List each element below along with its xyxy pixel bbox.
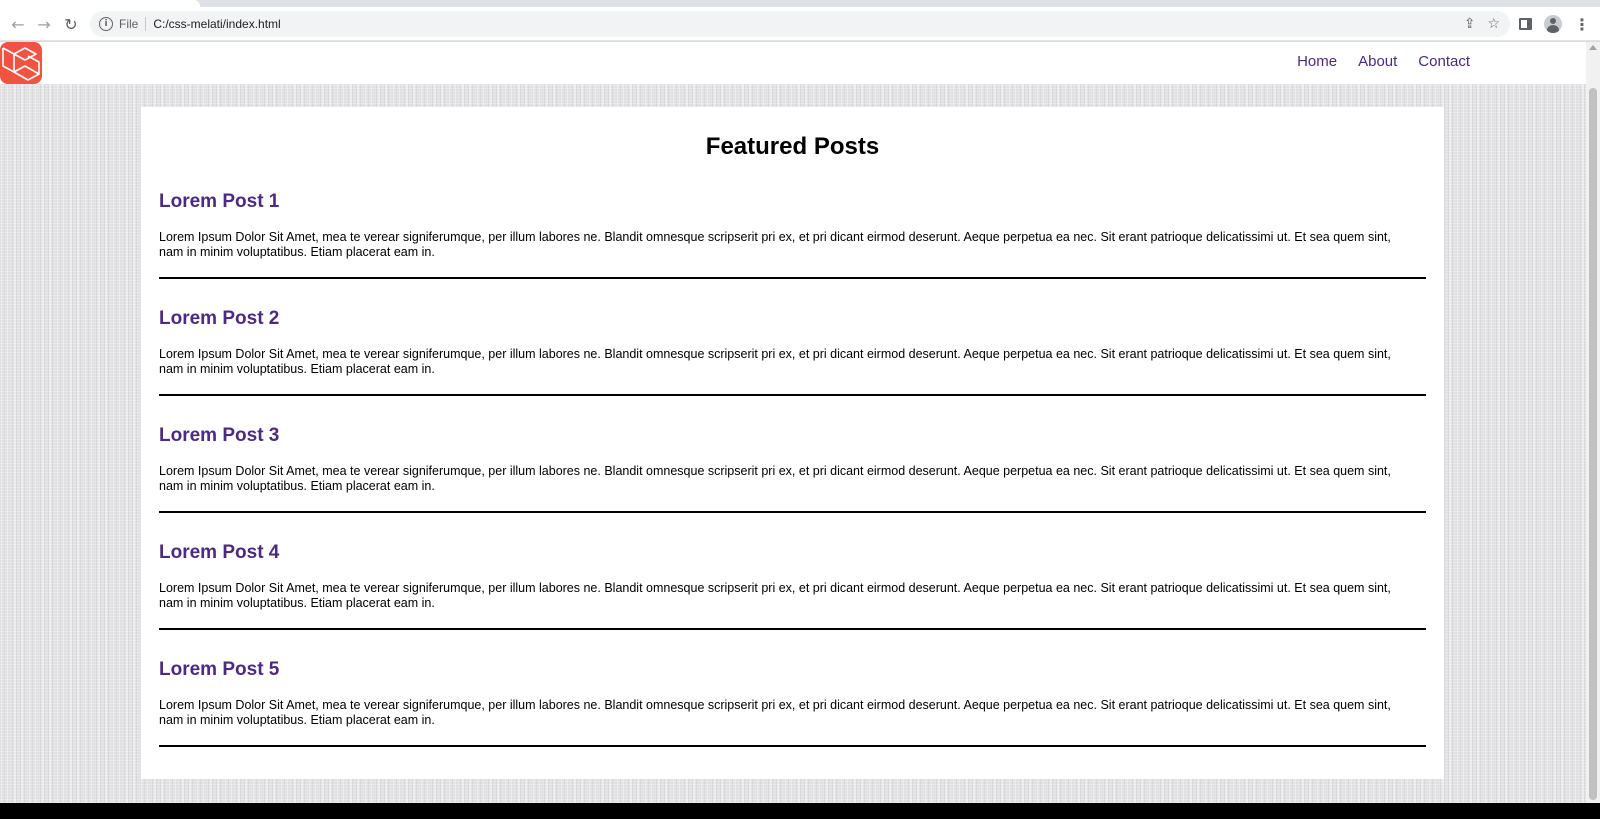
nav-link-contact[interactable]: Contact [1418, 53, 1470, 70]
menu-icon[interactable]: ⋮ [1574, 15, 1590, 34]
scroll-thumb[interactable] [1589, 88, 1597, 800]
post-item: Lorem Post 5 Lorem Ipsum Dolor Sit Amet,… [159, 630, 1426, 747]
profile-icon[interactable] [1544, 15, 1562, 33]
address-bar[interactable]: i File C:/css-melati/index.html ⇪ ☆ [90, 11, 1510, 37]
share-icon[interactable]: ⇪ [1464, 16, 1476, 32]
post-item: Lorem Post 3 Lorem Ipsum Dolor Sit Amet,… [159, 396, 1426, 513]
post-item: Lorem Post 2 Lorem Ipsum Dolor Sit Amet,… [159, 279, 1426, 396]
scroll-up-arrow-icon[interactable] [1589, 45, 1597, 50]
site-header: Home About Contact [0, 42, 1586, 84]
post-title[interactable]: Lorem Post 4 [159, 541, 1426, 565]
url-separator [145, 17, 147, 31]
page-scrollbar[interactable] [1586, 42, 1600, 803]
reload-icon[interactable]: ↻ [61, 14, 81, 34]
featured-posts-card: Featured Posts Lorem Post 1 Lorem Ipsum … [141, 107, 1444, 779]
nav-link-home[interactable]: Home [1297, 53, 1337, 70]
post-body: Lorem Ipsum Dolor Sit Amet, mea te verea… [159, 698, 1391, 727]
post-item: Lorem Post 1 Lorem Ipsum Dolor Sit Amet,… [159, 162, 1426, 279]
forward-icon[interactable]: → [34, 14, 54, 34]
url-scheme: File [119, 17, 139, 31]
post-body: Lorem Ipsum Dolor Sit Amet, mea te verea… [159, 464, 1391, 493]
post-title[interactable]: Lorem Post 2 [159, 307, 1426, 331]
page-viewport: Home About Contact Featured Posts Lorem … [0, 42, 1586, 803]
laravel-logo[interactable] [0, 42, 42, 84]
post-body: Lorem Ipsum Dolor Sit Amet, mea te verea… [159, 230, 1391, 259]
star-icon[interactable]: ☆ [1487, 16, 1500, 32]
side-panel-icon[interactable] [1519, 18, 1532, 30]
page-title: Featured Posts [705, 133, 880, 160]
toolbar-actions: ⋮ [1519, 7, 1600, 41]
info-icon[interactable]: i [99, 17, 113, 31]
site-nav: Home About Contact [1297, 53, 1470, 70]
omnibox-actions: ⇪ ☆ [1464, 11, 1506, 37]
post-title[interactable]: Lorem Post 3 [159, 424, 1426, 448]
post-title[interactable]: Lorem Post 5 [159, 658, 1426, 682]
active-tab[interactable] [0, 0, 200, 7]
url-text[interactable]: C:/css-melati/index.html [153, 17, 280, 31]
post-item: Lorem Post 4 Lorem Ipsum Dolor Sit Amet,… [159, 513, 1426, 630]
post-list: Lorem Post 1 Lorem Ipsum Dolor Sit Amet,… [159, 162, 1426, 747]
post-title[interactable]: Lorem Post 1 [159, 190, 1426, 214]
post-body: Lorem Ipsum Dolor Sit Amet, mea te verea… [159, 581, 1391, 610]
back-icon[interactable]: ← [8, 14, 28, 34]
os-taskbar [0, 803, 1600, 819]
browser-toolbar: ← → ↻ i File C:/css-melati/index.html ⇪ … [0, 7, 1600, 41]
post-body: Lorem Ipsum Dolor Sit Amet, mea te verea… [159, 347, 1391, 376]
nav-link-about[interactable]: About [1358, 53, 1397, 70]
tab-strip [0, 0, 1600, 7]
logo-mark-icon [2, 47, 40, 81]
